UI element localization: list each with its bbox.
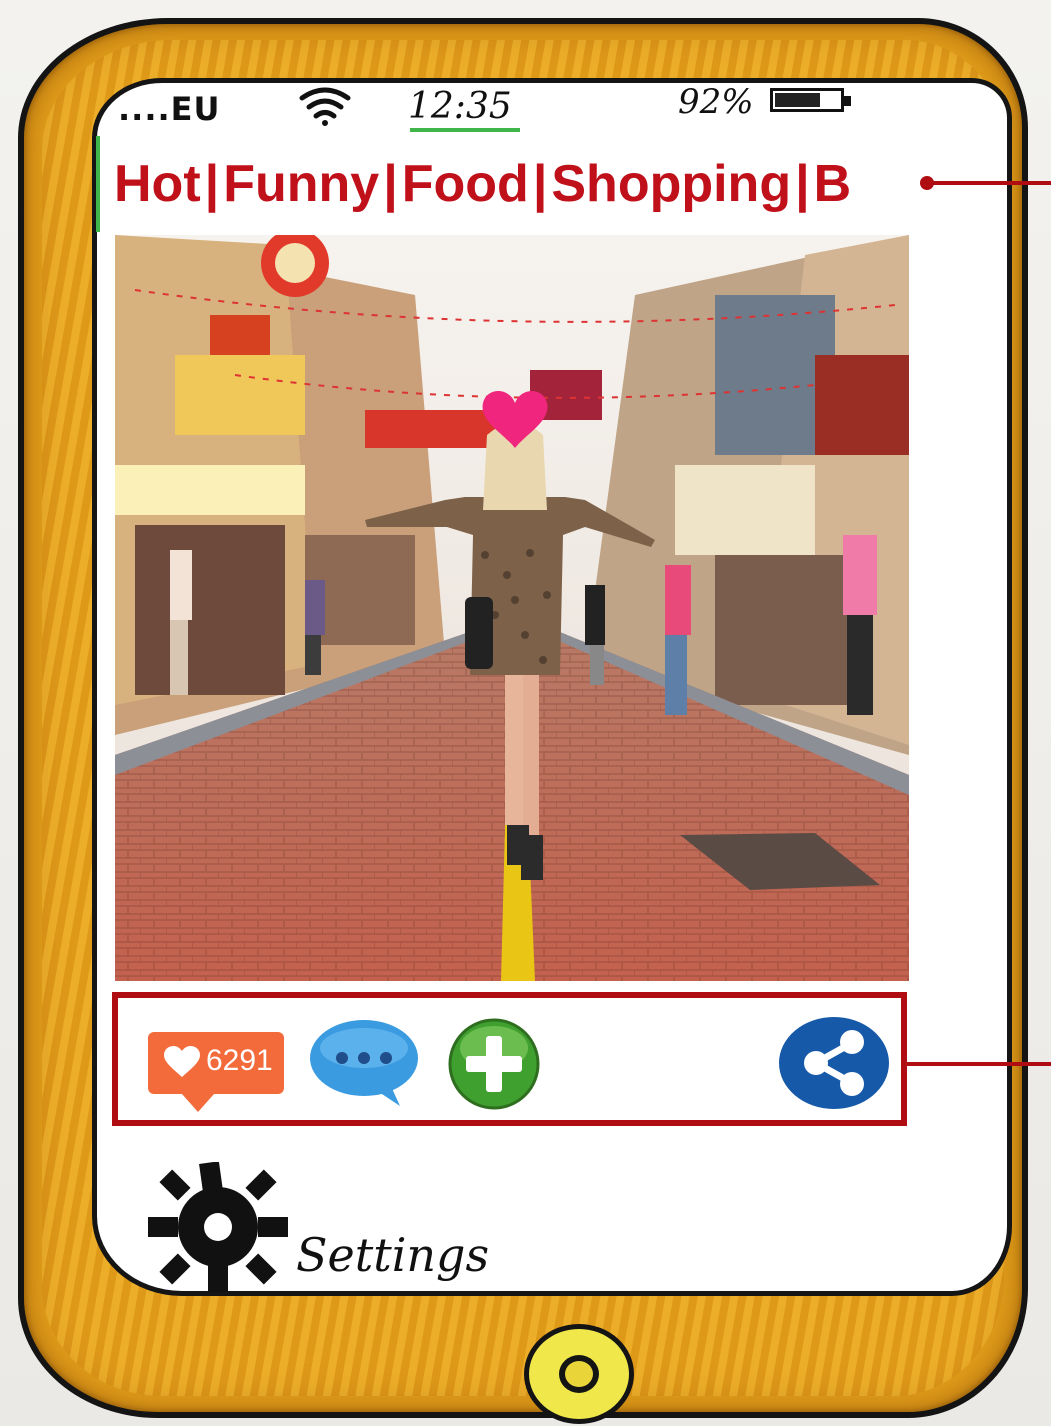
share-icon xyxy=(779,1017,889,1109)
gear-icon[interactable] xyxy=(148,1162,288,1292)
callout-line-tabs xyxy=(926,181,1051,185)
category-tabs: Hot | Funny | Food | Shopping | B xyxy=(96,136,934,232)
heart-icon xyxy=(164,1046,200,1077)
battery-percent: 92% xyxy=(678,82,754,122)
home-button[interactable] xyxy=(524,1324,634,1424)
settings-label[interactable]: Settings xyxy=(296,1228,489,1282)
tab-separator: | xyxy=(383,155,398,213)
tab-separator: | xyxy=(532,155,548,213)
tab-food[interactable]: Food xyxy=(402,154,529,214)
tab-funny[interactable]: Funny xyxy=(223,154,379,214)
like-button[interactable]: 6291 xyxy=(148,1032,284,1112)
tab-shopping[interactable]: Shopping xyxy=(551,154,791,214)
tab-separator: | xyxy=(795,155,810,213)
status-bar: ....EU 12:35 92% xyxy=(118,82,878,132)
tab-b[interactable]: B xyxy=(814,154,852,214)
callout-line-actions xyxy=(907,1062,1051,1066)
plus-icon xyxy=(448,1018,540,1110)
home-button-ring xyxy=(559,1355,599,1393)
category-edge-mark xyxy=(96,136,100,232)
clock-time: 12:35 xyxy=(408,86,512,127)
battery-icon xyxy=(770,88,851,112)
wifi-icon xyxy=(299,87,351,126)
feed-photo[interactable] xyxy=(115,235,909,981)
comment-button[interactable] xyxy=(308,1018,424,1108)
battery-fill xyxy=(775,93,820,107)
tab-separator: | xyxy=(204,155,220,213)
post-action-bar: 6291 xyxy=(112,992,907,1126)
share-button[interactable] xyxy=(778,1016,890,1110)
carrier-label: ....EU xyxy=(118,90,221,128)
battery-nub xyxy=(844,96,851,106)
street-scene-image xyxy=(115,235,909,981)
like-count: 6291 xyxy=(206,1044,273,1077)
speech-bubble-icon xyxy=(310,1020,418,1106)
tab-hot[interactable]: Hot xyxy=(114,154,201,214)
clock-underline xyxy=(410,128,520,132)
add-button[interactable] xyxy=(448,1018,540,1110)
